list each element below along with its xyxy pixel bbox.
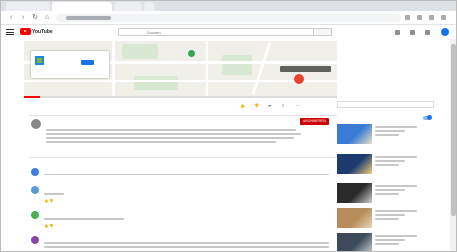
share-button[interactable]: ➦: [268, 103, 271, 108]
comment-avatar[interactable]: [31, 236, 39, 244]
extension-icon[interactable]: [429, 15, 434, 20]
comment-avatar[interactable]: [31, 186, 39, 194]
overlay-banner[interactable]: [280, 66, 331, 72]
forward-icon[interactable]: ›: [20, 14, 26, 21]
progress-fill: [24, 96, 40, 98]
related-video-text: [375, 189, 405, 191]
more-button[interactable]: ⋯: [296, 103, 300, 108]
reload-icon[interactable]: ↻: [32, 14, 38, 21]
comment-text: [44, 242, 329, 244]
new-tab-button[interactable]: [144, 2, 154, 11]
comment-actions[interactable]: 👍 👎: [44, 224, 54, 228]
map-road: [112, 41, 115, 96]
autoplay-toggle[interactable]: [423, 115, 432, 120]
related-video-text: [375, 156, 417, 158]
dislike-button[interactable]: 👎: [254, 103, 259, 108]
overlay-card[interactable]: [31, 51, 109, 78]
related-video-thumbnail[interactable]: [337, 124, 372, 144]
brand-logo-icon: [35, 56, 44, 65]
like-button[interactable]: 👍: [240, 103, 245, 108]
browser-tab-active[interactable]: [52, 2, 112, 11]
related-video-thumbnail[interactable]: [337, 154, 372, 174]
search-button[interactable]: [314, 28, 332, 36]
divider: [29, 157, 337, 158]
home-icon[interactable]: ⌂: [44, 14, 50, 21]
browser-tab[interactable]: [114, 2, 142, 11]
map-park: [222, 55, 252, 75]
save-button[interactable]: ≡: [282, 103, 284, 108]
notifications-icon[interactable]: [425, 30, 430, 35]
comment-avatar[interactable]: [31, 211, 39, 219]
extension-icon[interactable]: [417, 15, 422, 20]
map-road: [24, 80, 337, 82]
related-video-text: [375, 210, 417, 212]
comment-actions[interactable]: 👍 👎: [44, 199, 54, 203]
channel-avatar[interactable]: [31, 119, 41, 129]
menu-icon[interactable]: [6, 29, 14, 35]
avatar[interactable]: [441, 28, 449, 36]
description-line: [46, 141, 276, 143]
map-park: [134, 76, 178, 90]
browser-window: ‹ › ↻ ⌂ YouTube Suchen 👍 👎 ➦ ≡ ⋯ ABONNIE…: [0, 0, 457, 252]
related-video-text: [375, 134, 399, 136]
youtube-header: YouTube Suchen: [0, 25, 457, 39]
related-video-text: [375, 160, 405, 162]
search-input[interactable]: Suchen: [118, 28, 314, 36]
back-icon[interactable]: ‹: [8, 14, 14, 21]
map-road: [206, 41, 208, 96]
related-video-text: [375, 164, 399, 166]
comment-text: [44, 193, 64, 195]
browser-tab[interactable]: [6, 2, 50, 11]
subscribe-button[interactable]: ABONNIEREN: [300, 118, 329, 125]
map-road: [251, 41, 272, 96]
related-video-thumbnail[interactable]: [337, 183, 372, 203]
url-text: [66, 16, 111, 20]
progress-bar[interactable]: [24, 96, 337, 98]
divider: [29, 115, 337, 116]
map-pin-red-icon: [294, 74, 304, 84]
related-video-text: [375, 130, 405, 132]
description-line: [46, 129, 296, 131]
description-line: [46, 133, 301, 135]
logo-text[interactable]: YouTube: [32, 29, 53, 35]
browser-toolbar: ‹ › ↻ ⌂: [0, 11, 457, 25]
scrollbar-thumb[interactable]: [451, 44, 456, 216]
related-video-text: [375, 126, 417, 128]
related-video-thumbnail[interactable]: [337, 208, 372, 228]
related-video-text: [375, 214, 405, 216]
subscribe-label: ABONNIEREN: [302, 119, 327, 123]
video-player[interactable]: [24, 41, 337, 96]
map-pin-green-icon: [188, 50, 195, 57]
sidebar-banner[interactable]: [337, 101, 434, 108]
related-video-text: [375, 243, 399, 245]
related-video-text: [375, 235, 417, 237]
browser-menu-icon[interactable]: [441, 15, 446, 20]
add-comment-underline: [44, 174, 329, 175]
overlay-card-button[interactable]: [81, 60, 94, 65]
comment-text: [44, 218, 124, 220]
extension-icon[interactable]: [405, 15, 410, 20]
related-video-thumbnail[interactable]: [337, 233, 372, 252]
related-video-text: [375, 218, 399, 220]
map-park: [122, 44, 158, 59]
related-video-text: [375, 193, 399, 195]
address-bar[interactable]: [56, 14, 401, 22]
search-placeholder: Suchen: [147, 30, 161, 35]
related-video-text: [375, 185, 417, 187]
create-icon[interactable]: [395, 30, 400, 35]
description-line: [46, 137, 294, 139]
tab-bar: [0, 0, 457, 11]
comment-text: [44, 246, 329, 248]
youtube-logo-icon[interactable]: [20, 28, 31, 35]
apps-icon[interactable]: [410, 30, 415, 35]
avatar: [31, 168, 39, 176]
related-video-text: [375, 239, 405, 241]
